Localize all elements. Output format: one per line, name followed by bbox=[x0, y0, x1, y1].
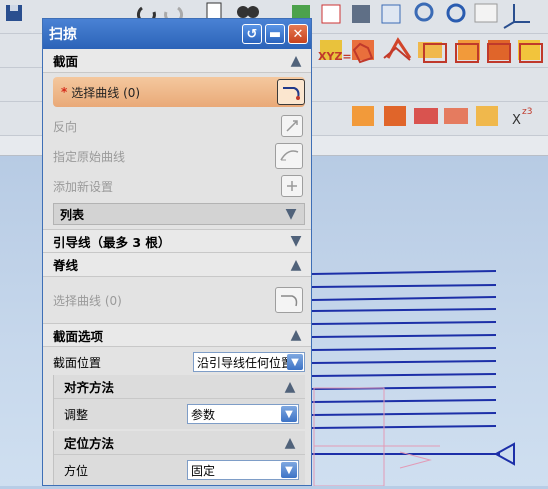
add-set-icon[interactable] bbox=[281, 175, 303, 197]
adjust-select[interactable]: 参数 ▼ bbox=[187, 404, 299, 424]
section-position-field: 截面位置 沿引导线任何位置 ▼ bbox=[43, 349, 311, 375]
required-star: * bbox=[61, 85, 68, 99]
section-position-label: 截面位置 bbox=[53, 355, 102, 370]
select-curve-icon[interactable] bbox=[277, 79, 305, 105]
dialog-titlebar[interactable]: 扫掠 ↺ ▬ ✕ bbox=[43, 19, 311, 49]
reverse-row: 反向 bbox=[43, 111, 311, 141]
chevron-down-icon[interactable]: ▼ bbox=[281, 462, 297, 478]
axis-icon[interactable] bbox=[503, 4, 530, 29]
chevron-up-icon[interactable]: ▲ bbox=[281, 434, 299, 452]
shade-icon[interactable] bbox=[352, 5, 370, 23]
spine-select-icon[interactable] bbox=[275, 287, 303, 313]
start-curve-icon[interactable] bbox=[275, 143, 303, 169]
reverse-label: 反向 bbox=[53, 119, 78, 134]
fit-icon[interactable] bbox=[321, 4, 341, 24]
section-cross-label: 截面 bbox=[53, 54, 79, 69]
spine-select-label: 选择曲线 (0) bbox=[53, 293, 122, 308]
orient-icon[interactable] bbox=[474, 3, 498, 23]
direction-select[interactable]: 固定 ▼ bbox=[187, 460, 299, 480]
sweep-dialog: 扫掠 ↺ ▬ ✕ 截面 ▲ * 选择曲线 (0) 反向 指定原始曲线 添加新设置… bbox=[42, 18, 312, 486]
adjust-label: 调整 bbox=[64, 407, 89, 422]
minimize-button[interactable]: ▬ bbox=[265, 24, 285, 44]
chevron-down-icon[interactable]: ▼ bbox=[287, 354, 303, 370]
start-curve-row: 指定原始曲线 bbox=[43, 141, 311, 171]
start-curve-label: 指定原始曲线 bbox=[53, 149, 126, 164]
chevron-down-icon[interactable]: ▼ bbox=[287, 232, 305, 250]
list-label: 列表 bbox=[60, 207, 85, 222]
reverse-direction-icon[interactable] bbox=[281, 115, 303, 137]
orientation-subsection: 定位方法 ▲ 方位 固定 ▼ bbox=[53, 431, 305, 485]
zoom-icon[interactable] bbox=[381, 4, 401, 24]
svg-text:X: X bbox=[512, 113, 521, 128]
add-set-label: 添加新设置 bbox=[53, 179, 114, 194]
alignment-label: 对齐方法 bbox=[64, 380, 115, 395]
section-spine-header[interactable]: 脊线 ▲ bbox=[43, 253, 311, 277]
orientation-label: 定位方法 bbox=[64, 436, 115, 451]
svg-text:z3: z3 bbox=[522, 107, 532, 117]
section-spine-label: 脊线 bbox=[53, 258, 79, 273]
reset-button[interactable]: ↺ bbox=[242, 24, 262, 44]
section-cross-header[interactable]: 截面 ▲ bbox=[43, 49, 311, 73]
select-curve-label: 选择曲线 (0) bbox=[71, 85, 141, 100]
orientation-header[interactable]: 定位方法 ▲ bbox=[54, 431, 305, 455]
close-button[interactable]: ✕ bbox=[288, 24, 308, 44]
section-guide-label: 引导线（最多 3 根） bbox=[53, 234, 171, 250]
alignment-subsection: 对齐方法 ▲ 调整 参数 ▼ bbox=[53, 375, 305, 429]
section-guide-header[interactable]: 引导线（最多 3 根） ▼ bbox=[43, 229, 311, 253]
section-options-header[interactable]: 截面选项 ▲ bbox=[43, 323, 311, 347]
svg-text:XYZ=: XYZ= bbox=[318, 50, 352, 63]
chevron-up-icon[interactable]: ▲ bbox=[287, 326, 305, 344]
direction-label: 方位 bbox=[64, 463, 89, 478]
select-curve-row[interactable]: * 选择曲线 (0) bbox=[53, 77, 305, 107]
add-set-row: 添加新设置 bbox=[43, 171, 311, 201]
chevron-down-icon[interactable]: ▼ bbox=[281, 406, 297, 422]
section-options-label: 截面选项 bbox=[53, 328, 104, 344]
dialog-title: 扫掠 bbox=[49, 27, 77, 43]
direction-field: 方位 固定 ▼ bbox=[54, 455, 305, 485]
adjust-field: 调整 参数 ▼ bbox=[54, 399, 305, 429]
chevron-up-icon[interactable]: ▲ bbox=[281, 378, 299, 396]
alignment-header[interactable]: 对齐方法 ▲ bbox=[54, 375, 305, 399]
section-position-select[interactable]: 沿引导线任何位置 ▼ bbox=[193, 352, 305, 372]
spine-select-row[interactable]: 选择曲线 (0) bbox=[43, 277, 311, 323]
chevron-up-icon[interactable]: ▲ bbox=[287, 256, 305, 274]
list-toggle[interactable]: 列表 ▼ bbox=[53, 203, 305, 225]
rotate-icon[interactable] bbox=[446, 3, 466, 23]
chevron-down-icon[interactable]: ▼ bbox=[282, 205, 300, 223]
chevron-up-icon[interactable]: ▲ bbox=[287, 52, 305, 70]
